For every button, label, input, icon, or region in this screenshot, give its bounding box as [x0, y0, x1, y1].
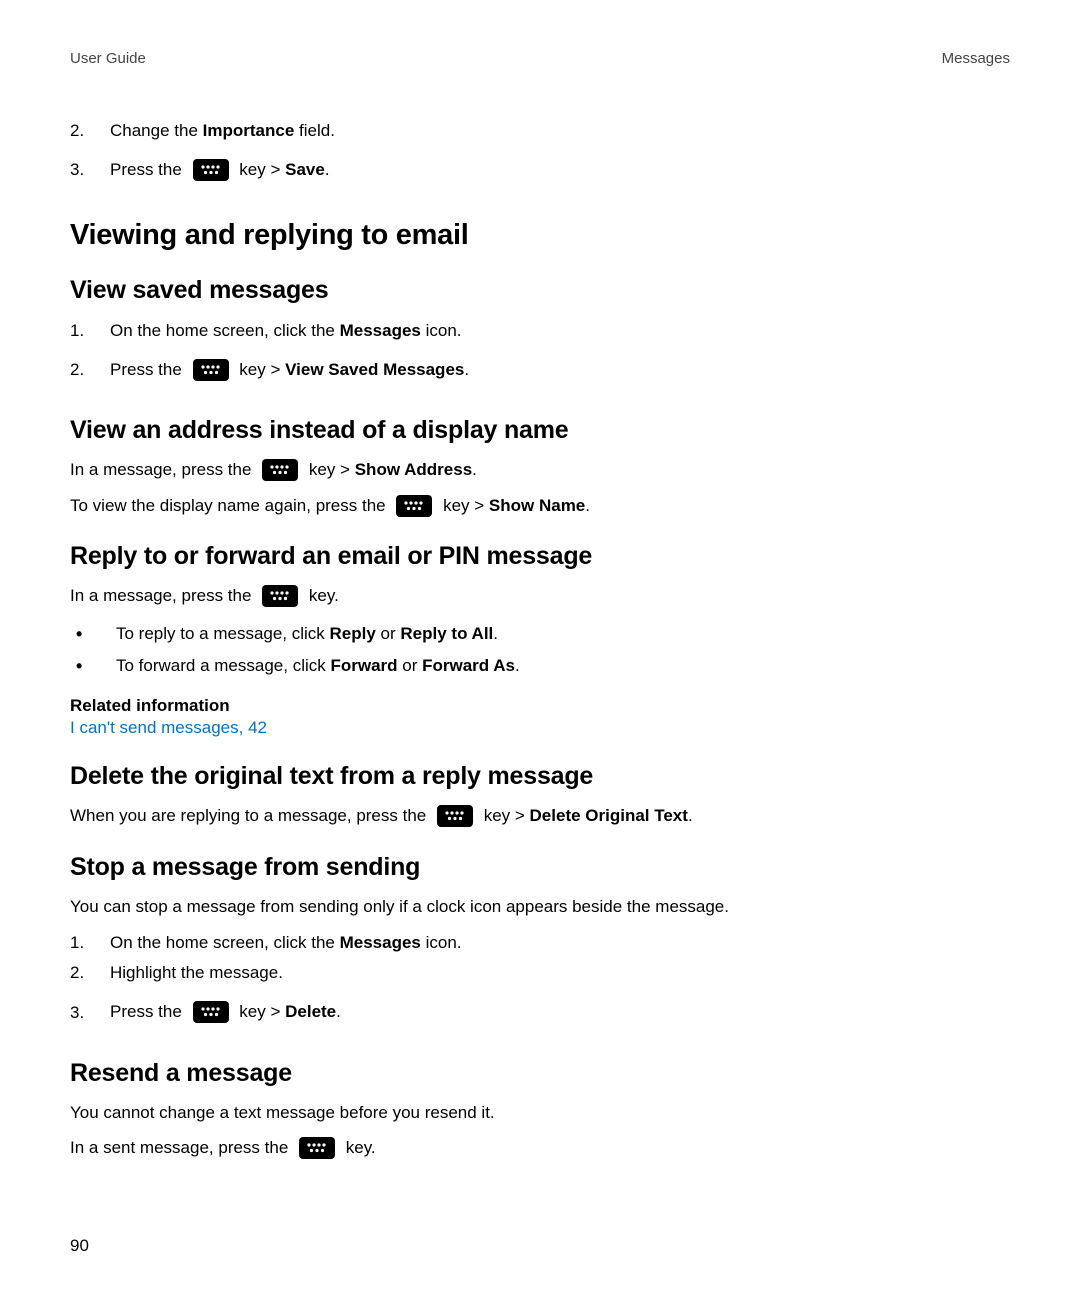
- page-header: User Guide Messages: [70, 50, 1010, 67]
- page-number: 90: [70, 1236, 89, 1256]
- related-link-row: I can't send messages, 42: [70, 718, 1010, 738]
- menu-key-icon: [262, 459, 298, 481]
- reply-forward-bullets: • To reply to a message, click Reply or …: [70, 619, 1010, 682]
- menu-key-icon: [437, 805, 473, 827]
- related-info-heading: Related information: [70, 696, 1010, 716]
- stop-intro: You can stop a message from sending only…: [70, 894, 1010, 920]
- header-left: User Guide: [70, 50, 146, 67]
- step-number: 1.: [70, 317, 110, 344]
- step-number: 3.: [70, 999, 110, 1026]
- heading-reply-forward: Reply to or forward an email or PIN mess…: [70, 542, 1010, 571]
- step-text: Change the Importance field.: [110, 117, 335, 144]
- step-2: 2. Highlight the message.: [70, 959, 1010, 986]
- heading-stop-sending: Stop a message from sending: [70, 853, 1010, 882]
- menu-key-icon: [193, 159, 229, 181]
- bullet-icon: •: [70, 619, 116, 650]
- step-2: 2. Press the key > View Saved Messages.: [70, 347, 1010, 393]
- step-number: 1.: [70, 929, 110, 956]
- step-text: On the home screen, click the Messages i…: [110, 929, 462, 956]
- step-1: 1. On the home screen, click the Message…: [70, 929, 1010, 956]
- related-link[interactable]: I can't send messages,: [70, 718, 243, 737]
- bullet-icon: •: [70, 651, 116, 682]
- heading-resend: Resend a message: [70, 1059, 1010, 1088]
- step-number: 2.: [70, 117, 110, 144]
- heading-view-address: View an address instead of a display nam…: [70, 416, 1010, 445]
- top-steps: 2. Change the Importance field. 3. Press…: [70, 117, 1010, 193]
- reply-forward-intro: In a message, press the key.: [70, 583, 1010, 609]
- heading-delete-original: Delete the original text from a reply me…: [70, 762, 1010, 791]
- related-link-page: 42: [243, 718, 267, 737]
- step-3: 3. Press the key > Save.: [70, 147, 1010, 193]
- bullet-text: To reply to a message, click Reply or Re…: [116, 620, 498, 649]
- step-number: 2.: [70, 959, 110, 986]
- step-1: 1. On the home screen, click the Message…: [70, 317, 1010, 344]
- heading-viewing-replying: Viewing and replying to email: [70, 219, 1010, 252]
- step-3: 3. Press the key > Delete.: [70, 989, 1010, 1035]
- menu-key-icon: [193, 1001, 229, 1023]
- step-text: Press the key > Save.: [110, 157, 330, 183]
- resend-line: In a sent message, press the key.: [70, 1135, 1010, 1161]
- step-text: Press the key > View Saved Messages.: [110, 357, 469, 383]
- stop-steps: 1. On the home screen, click the Message…: [70, 929, 1010, 1035]
- step-number: 3.: [70, 156, 110, 183]
- page-content: User Guide Messages 2. Change the Import…: [0, 0, 1080, 1211]
- menu-key-icon: [299, 1137, 335, 1159]
- menu-key-icon: [262, 585, 298, 607]
- menu-key-icon: [193, 359, 229, 381]
- resend-intro: You cannot change a text message before …: [70, 1100, 1010, 1126]
- step-text: Highlight the message.: [110, 959, 283, 986]
- view-saved-steps: 1. On the home screen, click the Message…: [70, 317, 1010, 393]
- header-right: Messages: [942, 50, 1010, 67]
- addr-line-2: To view the display name again, press th…: [70, 493, 1010, 519]
- step-text: On the home screen, click the Messages i…: [110, 317, 462, 344]
- heading-view-saved: View saved messages: [70, 276, 1010, 305]
- step-text: Press the key > Delete.: [110, 999, 341, 1025]
- bullet-text: To forward a message, click Forward or F…: [116, 652, 520, 681]
- addr-line-1: In a message, press the key > Show Addre…: [70, 457, 1010, 483]
- bullet-forward: • To forward a message, click Forward or…: [70, 651, 1010, 682]
- bullet-reply: • To reply to a message, click Reply or …: [70, 619, 1010, 650]
- delete-original-line: When you are replying to a message, pres…: [70, 803, 1010, 829]
- step-2: 2. Change the Importance field.: [70, 117, 1010, 144]
- step-number: 2.: [70, 356, 110, 383]
- menu-key-icon: [396, 495, 432, 517]
